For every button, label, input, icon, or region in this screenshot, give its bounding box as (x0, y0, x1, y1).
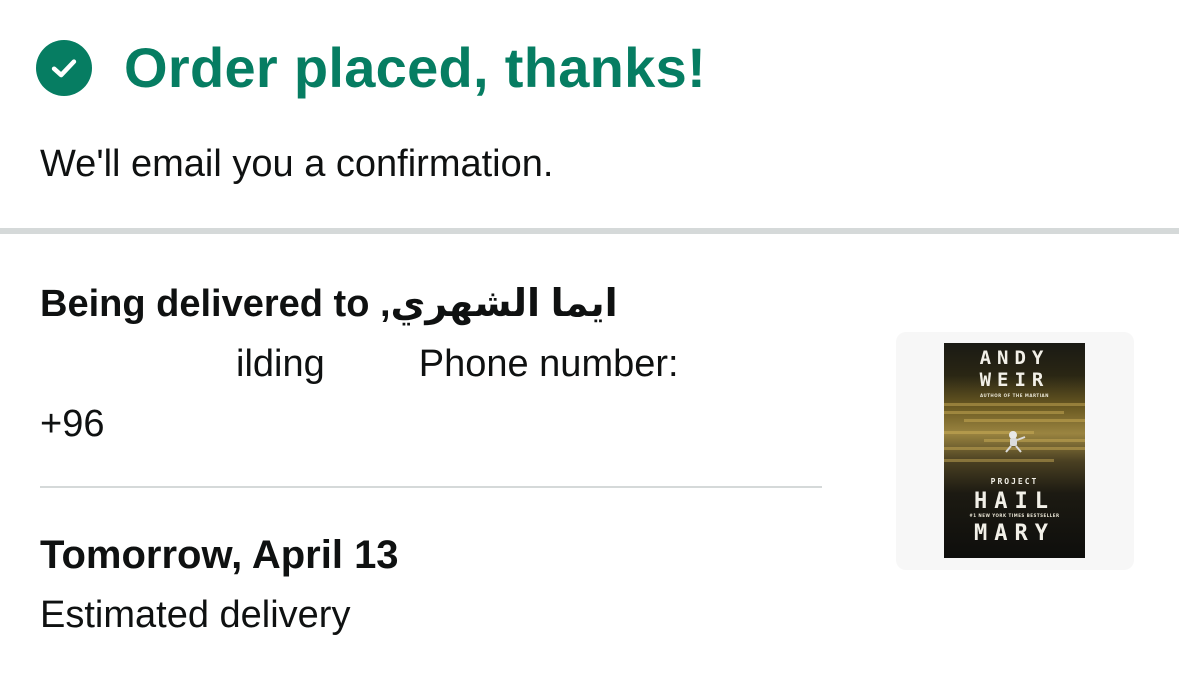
delivery-heading: Being delivered to ايما الشهري, (40, 280, 618, 328)
cover-author-last: WEIR (979, 369, 1050, 391)
cover-title-mary: MARY (974, 521, 1055, 546)
cover-author-first: ANDY (979, 347, 1050, 369)
cover-bestseller: #1 NEW YORK TIMES BESTSELLER (969, 513, 1060, 518)
confirmation-header: Order placed, thanks! We'll email you a … (0, 0, 1179, 228)
check-circle-icon (36, 40, 92, 96)
recipient-name: ايما الشهري, (379, 283, 618, 325)
product-thumbnail[interactable]: ANDY WEIR AUTHOR OF THE MARTIAN PROJECT … (896, 332, 1134, 570)
phone-number-fragment: +96 (40, 403, 105, 445)
cover-tagline: AUTHOR OF THE MARTIAN (979, 393, 1050, 398)
cover-title-project: PROJECT (990, 477, 1039, 486)
phone-number-line: +96 (40, 400, 104, 448)
page-title: Order placed, thanks! (124, 36, 707, 99)
delivery-date-label: Estimated delivery (40, 594, 351, 636)
delivery-divider (40, 486, 822, 488)
delivery-heading-prefix: Being delivered to (40, 283, 370, 325)
delivery-date: Tomorrow, April 13 (40, 533, 399, 577)
confirmation-subtitle: We'll email you a confirmation. (40, 143, 554, 185)
phone-label: Phone number: (418, 343, 679, 385)
section-divider (0, 228, 1179, 234)
cover-title-hail: HAIL (974, 489, 1055, 514)
address-line: ilding Phone number: (40, 340, 679, 388)
astronaut-icon (1005, 431, 1026, 453)
book-cover-image: ANDY WEIR AUTHOR OF THE MARTIAN PROJECT … (944, 343, 1085, 558)
address-fragment: ilding (236, 343, 325, 385)
